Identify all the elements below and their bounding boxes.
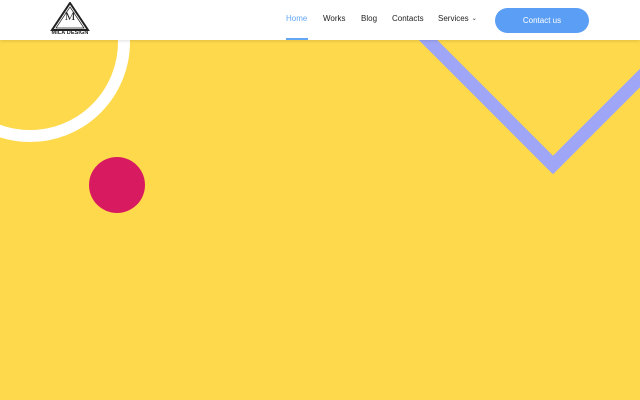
nav-services-label: Services <box>438 14 469 23</box>
nav-services-dropdown[interactable]: Services ⌄ <box>438 14 477 23</box>
hero-section <box>0 0 640 400</box>
contact-us-button[interactable]: Contact us <box>495 8 589 33</box>
active-nav-underline <box>286 38 308 40</box>
nav-home-link[interactable]: Home <box>286 14 307 23</box>
chevron-down-icon: ⌄ <box>471 16 477 22</box>
purple-chevron-shape <box>415 27 640 175</box>
nav-blog-link[interactable]: Blog <box>361 14 377 23</box>
nav-works-link[interactable]: Works <box>323 14 346 23</box>
nav-contacts-link[interactable]: Contacts <box>392 14 424 23</box>
top-navbar: M MILA DESIGN Home Works Blog Contacts S… <box>0 0 640 40</box>
hero-decorations <box>0 0 640 213</box>
pink-circle-shape <box>89 157 145 213</box>
